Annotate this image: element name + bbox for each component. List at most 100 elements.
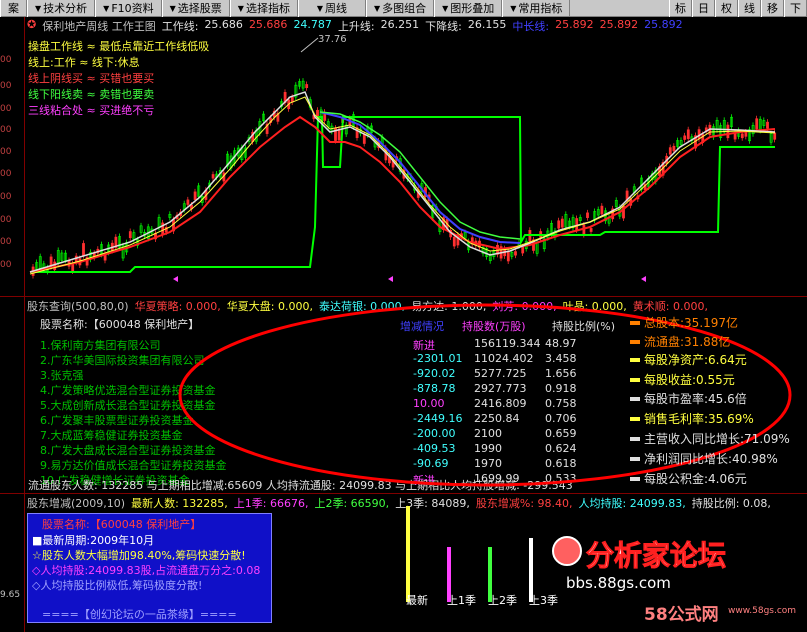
holder-change: -920.02: [413, 367, 456, 380]
table-row[interactable]: 1.保利南方集团有限公司 新进 156119.344 48.97: [0, 337, 600, 352]
bottom-axis: 9.65: [0, 494, 25, 632]
table-row[interactable]: 2.广东华美国际投资集团有限公司 -2301.01 11024.402 3.458: [0, 352, 600, 367]
shareholder-panel[interactable]: 股东查询(500,80,0) 华夏策略: 0.000, 华夏大盘: 0.000,…: [0, 297, 807, 494]
legend-line-4: 线下阳线卖 ≈ 卖错也要卖: [28, 88, 155, 101]
table-row[interactable]: 8.广发大盘成长混合型证券投资基金 -409.53 1990 0.624: [0, 442, 600, 457]
toolbar-multi-chart[interactable]: ▼ 多图组合: [365, 0, 435, 17]
holder-shares: 2927.773: [474, 382, 527, 395]
site-logo-url: www.58gs.com: [728, 606, 797, 616]
stat-item: 总股本:35.197亿: [630, 314, 738, 331]
summary-title: 股票名称:【600048 保利地产】: [42, 518, 202, 531]
holder-change: -90.69: [413, 457, 449, 470]
table-row[interactable]: 9.易方达价值成长混合型证券投资基金 -90.69 1970 0.618: [0, 457, 600, 472]
candle: [672, 145, 676, 152]
holder-name: 6.广发聚丰股票型证券投资基金: [40, 414, 194, 427]
peak-label: 37.76: [318, 34, 347, 45]
holder-change: -409.53: [413, 442, 456, 455]
holder-ratio: 0.624: [545, 442, 577, 455]
toolbar-select-stock[interactable]: ▼ 选择股票: [161, 0, 230, 17]
stat-item: 净利润同比增长:40.98%: [630, 450, 778, 467]
logo-icon: [552, 536, 582, 566]
candle: [305, 84, 309, 89]
candle: [71, 263, 75, 272]
candle: [668, 147, 672, 155]
work-line-red: [29, 115, 776, 273]
legend-line-3: 线上阴线买 ≈ 买错也要买: [28, 72, 155, 85]
summary-box: 股票名称:【600048 保利地产】 ■最新周期:2009年10月 ☆股东人数大…: [27, 513, 272, 623]
candle: [211, 174, 215, 179]
stat-item: 每股净资产:6.64元: [630, 351, 747, 368]
toolbar-weekly[interactable]: ▼ 周线: [297, 0, 366, 17]
stat-item: 销售毛利率:35.69%: [630, 410, 754, 427]
stat-text: 每股公积金:4.06元: [644, 472, 747, 486]
holder-shares: 11024.402: [474, 352, 534, 365]
toolbar-down-button[interactable]: 下: [784, 0, 807, 17]
candle: [773, 132, 777, 140]
table-row[interactable]: 6.广发聚丰股票型证券投资基金 -2449.16 2250.84 0.706: [0, 412, 600, 427]
stat-text: 净利润同比增长:40.98%: [644, 452, 778, 466]
candle: [589, 228, 593, 232]
holder-name: 8.广发大盘成长混合型证券投资基金: [40, 444, 216, 457]
chevron-down-icon: ▼: [316, 3, 324, 13]
toolbar-common-indicator[interactable]: ▼ 常用指标: [502, 0, 571, 17]
candle: [740, 133, 744, 139]
holder-change: -2301.01: [413, 352, 463, 365]
toolbar-rights-button[interactable]: 权: [715, 0, 738, 17]
stock-name-label: 股票名称:【600048 保利地产】: [40, 318, 200, 331]
legend-line-5: 三线粘合处 ≈ 买进绝不亏: [28, 104, 155, 117]
holder-name: 7.大成蓝筹稳健证券投资基金: [40, 429, 183, 442]
bar-marker-icon: [630, 357, 640, 362]
toolbar-tech-analysis[interactable]: ▼ 技术分析: [27, 0, 96, 17]
shareholder-footer: 流通股东人数: 132285 与上期相比增减:65609 人均持流通股: 240…: [28, 479, 573, 492]
bar-label-latest: 最新: [406, 594, 428, 607]
toolbar-overlay[interactable]: ▼ 图形叠加: [434, 0, 503, 17]
candle: [575, 218, 579, 231]
stat-item: 主营收入同比增长:71.09%: [630, 430, 790, 447]
candle: [452, 236, 456, 247]
holder-name: 4.广发策略优选混合型证券投资基金: [40, 384, 216, 397]
axis-value: 9.65: [0, 590, 21, 600]
summary-footer: ====【创幻论坛の一品茶缘】====: [42, 608, 237, 621]
toolbar-item-0[interactable]: 案: [0, 0, 27, 17]
stat-item: 每股公积金:4.06元: [630, 470, 747, 487]
stat-text: 流通盘:31.88亿: [644, 335, 731, 349]
holder-ratio: 1.656: [545, 367, 577, 380]
candle: [755, 118, 759, 130]
candle: [683, 135, 687, 140]
marker-triangle: [388, 276, 393, 282]
holder-ratio: 0.918: [545, 382, 577, 395]
table-row[interactable]: 7.大成蓝筹稳健证券投资基金 -200.00 2100 0.659: [0, 427, 600, 442]
stat-text: 每股净资产:6.64元: [644, 353, 747, 367]
holder-ratio: 0.659: [545, 427, 577, 440]
table-row[interactable]: 3.张克强 -920.02 5277.725 1.656: [0, 367, 600, 382]
holder-name: 2.广东华美国际投资集团有限公司: [40, 354, 205, 367]
holder-ratio: 0.758: [545, 397, 577, 410]
toolbar-f10[interactable]: ▼ F10资料: [95, 0, 162, 17]
holder-change: 新进: [413, 339, 435, 352]
summary-line-3: ◇人均持股比例极低,筹码极度分散!: [32, 579, 203, 592]
toolbar-move-button[interactable]: 移: [761, 0, 784, 17]
bar-marker-icon: [630, 436, 640, 441]
candle: [686, 129, 690, 139]
table-row[interactable]: 5.大成创新成长混合型证券投资基金 10.00 2416.809 0.758: [0, 397, 600, 412]
marker-triangle: [173, 276, 178, 282]
main-chart-panel[interactable]: 00 00 00 00 00 00 00 00 00 00 ✪ 保利地产周线 工…: [0, 17, 807, 297]
candle: [557, 220, 561, 229]
holder-ratio: 0.618: [545, 457, 577, 470]
table-row[interactable]: 4.广发策略优选混合型证券投资基金 -878.78 2927.773 0.918: [0, 382, 600, 397]
summary-line-2: ◇人均持股:24099.83股,占流通盘万分之:0.08: [32, 564, 261, 577]
holder-name: 5.大成创新成长混合型证券投资基金: [40, 399, 216, 412]
bar-marker-icon: [630, 456, 640, 461]
toolbar-select-indicator[interactable]: ▼ 选择指标: [229, 0, 298, 17]
toolbar-mark-button[interactable]: 标: [669, 0, 692, 17]
candle: [193, 191, 197, 200]
candle: [128, 231, 132, 239]
legend-line-2: 线上:工作 ≈ 线下:休息: [28, 56, 140, 69]
summary-line-1: ☆股东人数大幅增加98.40%,筹码快速分散!: [32, 549, 246, 562]
toolbar-day-button[interactable]: 日: [692, 0, 715, 17]
stat-item: 流通盘:31.88亿: [630, 333, 730, 350]
holder-name: 1.保利南方集团有限公司: [40, 339, 161, 352]
toolbar-line-button[interactable]: 线: [738, 0, 761, 17]
holder-shares: 156119.344: [474, 337, 541, 350]
chevron-down-icon: ▼: [510, 3, 517, 13]
